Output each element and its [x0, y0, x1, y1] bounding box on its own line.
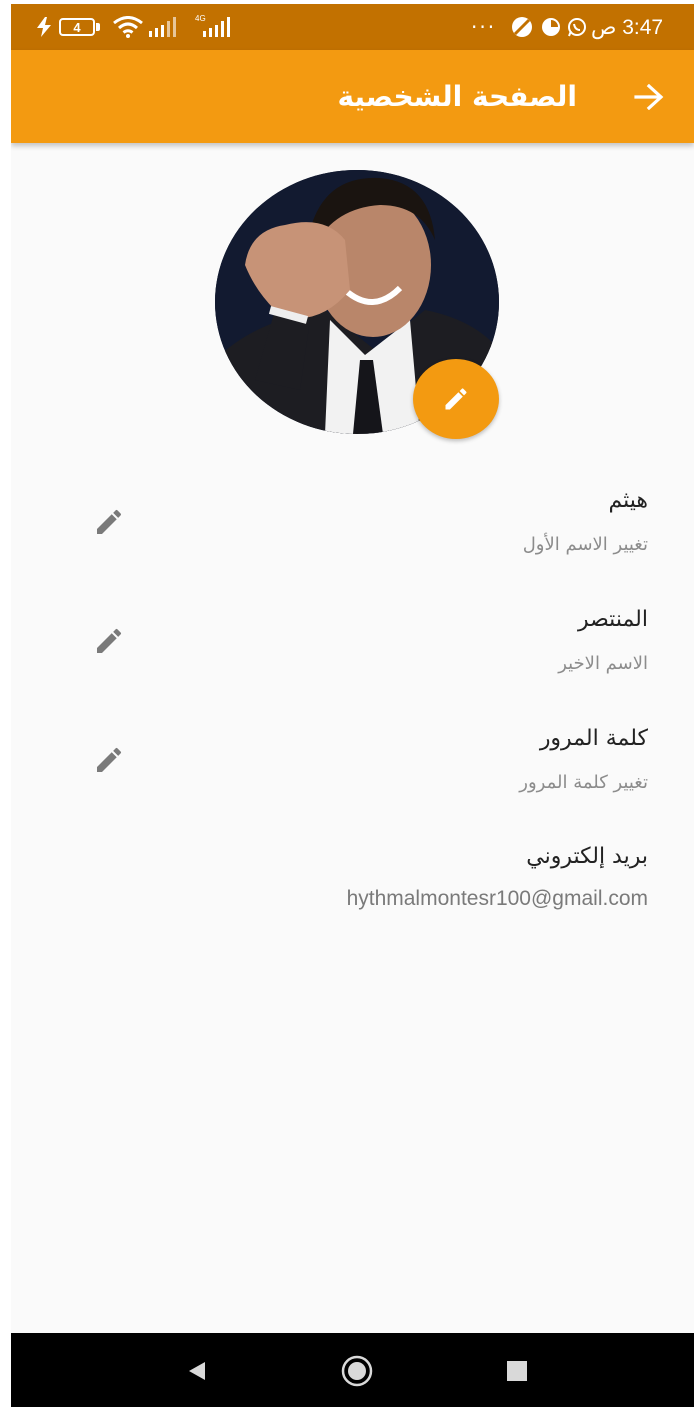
- signal-icon: [149, 4, 185, 50]
- last-name-label: الاسم الاخير: [558, 653, 648, 674]
- wifi-icon: [113, 4, 143, 50]
- edit-last-name-button[interactable]: [89, 621, 129, 661]
- battery-icon: 4: [59, 4, 100, 50]
- last-name-value: المنتصر: [577, 607, 648, 632]
- first-name-label: تغيير الاسم الأول: [522, 534, 648, 555]
- first-name-field: هيثم تغيير الاسم الأول: [523, 486, 648, 560]
- overflow-dots: ···: [471, 15, 497, 39]
- pencil-icon: [97, 747, 122, 772]
- page-title: الصفحة الشخصية: [337, 80, 577, 113]
- password-title: كلمة المرور: [539, 726, 648, 751]
- back-triangle-icon: [189, 1362, 205, 1380]
- pencil-icon: [445, 388, 467, 410]
- data-saver-icon: [541, 4, 561, 50]
- battery-level: 4: [73, 19, 81, 35]
- nav-back-button[interactable]: [177, 1351, 217, 1391]
- status-bar: 4 4G ··· 3:47 ص: [11, 4, 694, 50]
- dnd-icon: [511, 4, 533, 50]
- app-bar: الصفحة الشخصية: [11, 50, 694, 143]
- nav-home-button[interactable]: [337, 1351, 377, 1391]
- email-field: بريد إلكتروني hythmalmontesr100@gmail.co…: [347, 842, 648, 914]
- password-field: كلمة المرور تغيير كلمة المرور: [519, 724, 648, 798]
- phone-screen: 4 4G ··· 3:47 ص الصفحة الشخصية هيثم تغيي…: [11, 4, 694, 1407]
- last-name-field: المنتصر الاسم الاخير: [558, 605, 648, 679]
- recents-square-icon: [507, 1361, 527, 1381]
- password-label: تغيير كلمة المرور: [519, 772, 648, 793]
- pencil-icon: [97, 628, 122, 653]
- email-title: بريد إلكتروني: [526, 844, 648, 869]
- email-value: hythmalmontesr100@gmail.com: [346, 887, 648, 910]
- first-name-value: هيثم: [608, 488, 648, 513]
- edit-password-button[interactable]: [89, 740, 129, 780]
- signal-4g-icon: 4G: [195, 4, 235, 50]
- pencil-icon: [97, 509, 122, 534]
- charging-icon: [37, 4, 51, 50]
- back-button[interactable]: [628, 76, 670, 118]
- nav-recents-button[interactable]: [497, 1351, 537, 1391]
- home-circle-icon: [341, 1355, 373, 1387]
- whatsapp-icon: [567, 4, 587, 50]
- status-time: 3:47 ص: [591, 15, 664, 39]
- arrow-right-icon: [634, 84, 664, 110]
- system-nav-bar: [11, 1333, 694, 1407]
- network-type-label: 4G: [195, 14, 206, 23]
- edit-first-name-button[interactable]: [89, 502, 129, 542]
- avatar-edit-button[interactable]: [413, 359, 499, 439]
